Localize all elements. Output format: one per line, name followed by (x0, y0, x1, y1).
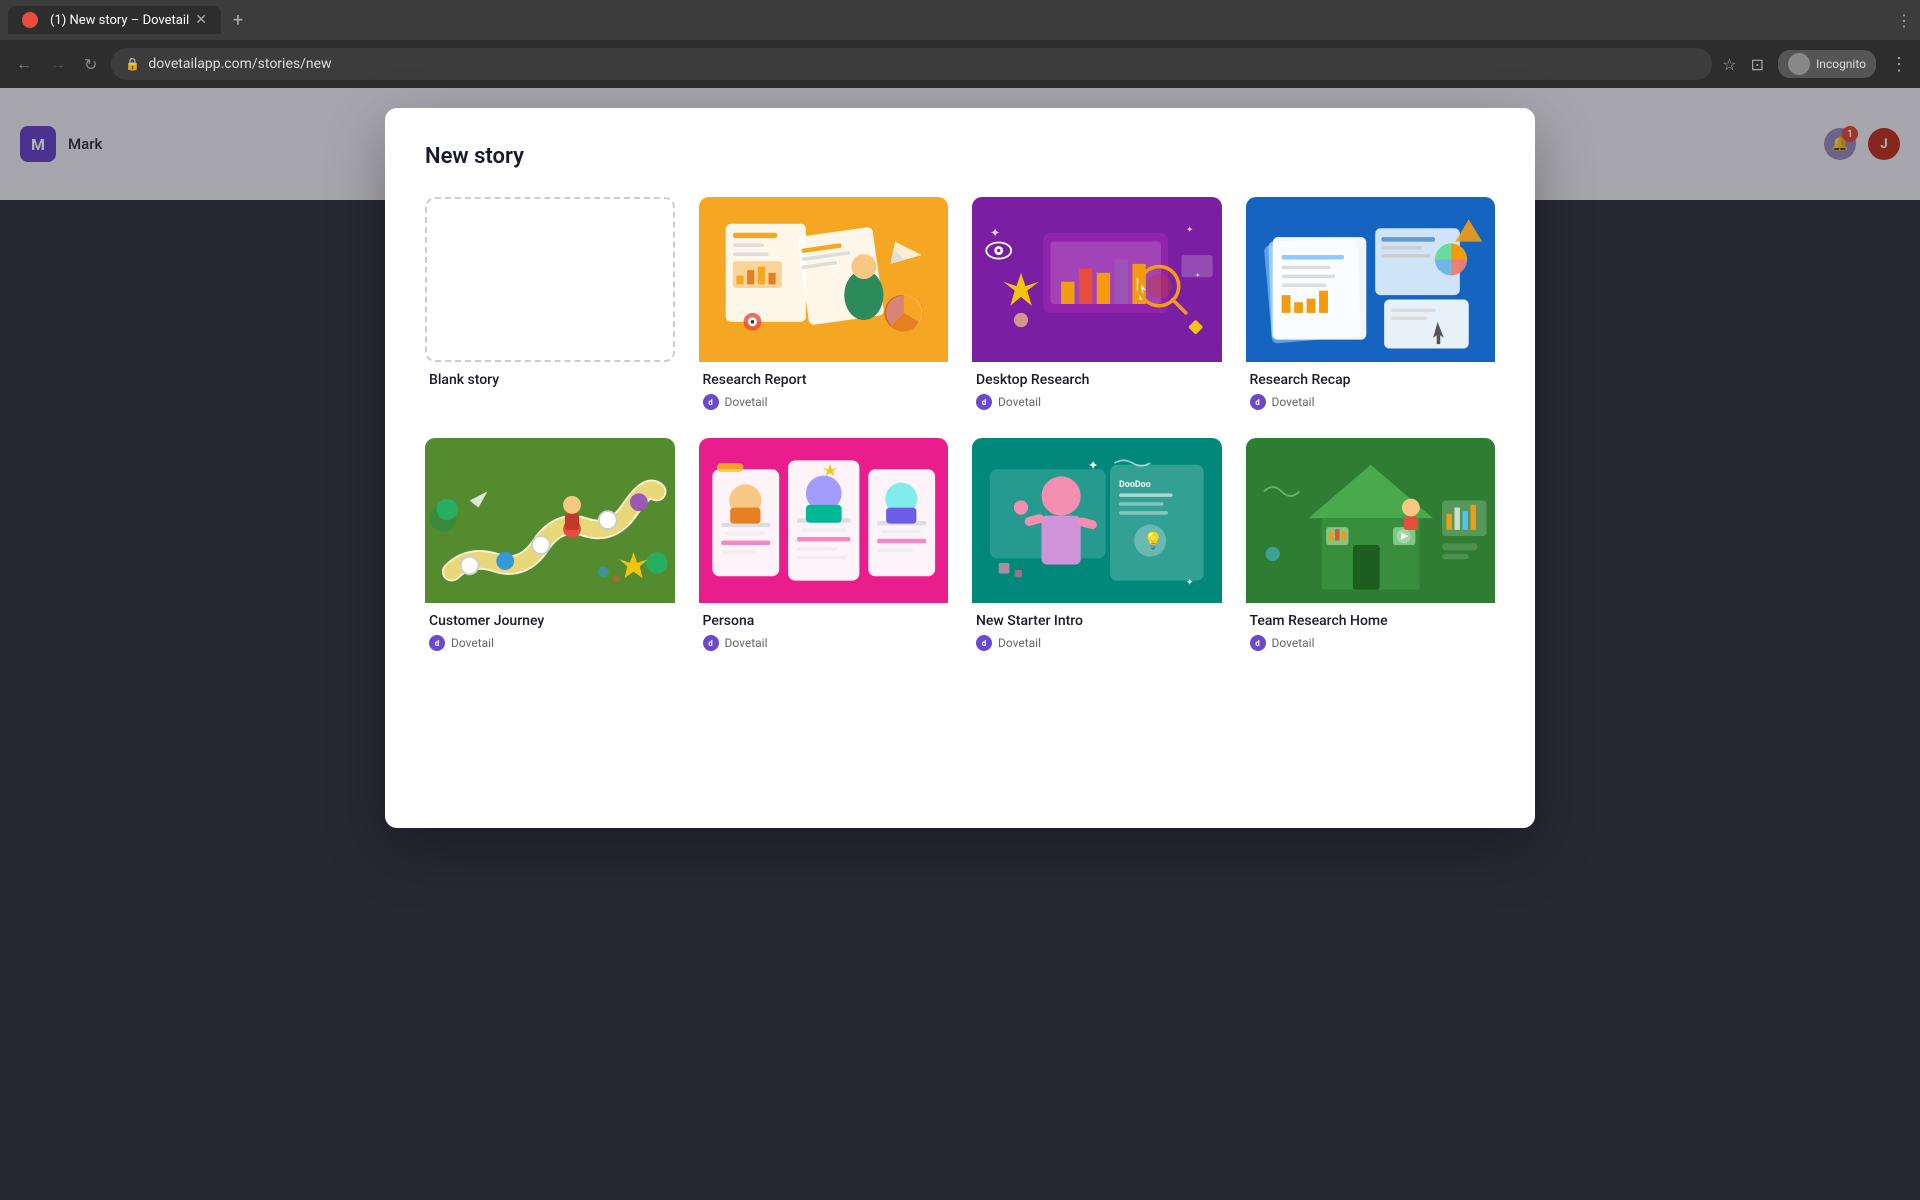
browser-menu-icon[interactable]: ⋮ (1890, 54, 1908, 75)
new-starter-thumbnail: DooDoo 💡 ✦ ✦ (972, 438, 1222, 603)
address-bar-actions: ☆ ⊡ Incognito ⋮ (1722, 50, 1908, 78)
templates-grid: Blank story (425, 197, 1495, 655)
template-info-research-recap: Research Recap d Dovetail (1246, 362, 1496, 414)
modal-title: New story (425, 144, 1495, 169)
incognito-badge[interactable]: Incognito (1778, 50, 1876, 78)
template-info-new-starter: New Starter Intro d Dovetail (972, 603, 1222, 655)
split-screen-icon[interactable]: ⊡ (1751, 55, 1764, 74)
tab-bar-menu-icon[interactable]: ⋮ (1896, 11, 1912, 30)
tab-end-buttons: ⋮ (1896, 11, 1912, 30)
template-name-customer-journey: Customer Journey (429, 613, 671, 629)
template-author-research-recap: d Dovetail (1250, 394, 1492, 410)
dovetail-icon-3: d (1250, 394, 1266, 410)
template-name-desktop-research: Desktop Research (976, 372, 1218, 388)
customer-journey-illustration (425, 438, 675, 603)
desktop-research-illustration: ✦ ✦ ✦ (972, 197, 1222, 362)
template-author-customer-journey: d Dovetail (429, 635, 671, 651)
team-research-illustration (1246, 438, 1496, 603)
template-info-team-research: Team Research Home d Dovetail (1246, 603, 1496, 655)
template-author-team-research: d Dovetail (1250, 635, 1492, 651)
template-card-persona[interactable]: Persona d Dovetail (699, 438, 949, 655)
reload-button[interactable]: ↻ (80, 51, 101, 78)
research-recap-thumbnail (1246, 197, 1496, 362)
url-bar[interactable]: 🔒 dovetailapp.com/stories/new (111, 48, 1712, 80)
forward-button[interactable]: → (46, 50, 70, 78)
template-card-research-recap[interactable]: Research Recap d Dovetail (1246, 197, 1496, 414)
template-info-persona: Persona d Dovetail (699, 603, 949, 655)
incognito-label: Incognito (1816, 57, 1866, 71)
template-card-new-starter[interactable]: DooDoo 💡 ✦ ✦ (972, 438, 1222, 655)
template-card-desktop-research[interactable]: ✦ ✦ ✦ (972, 197, 1222, 414)
template-name-team-research: Team Research Home (1250, 613, 1492, 629)
dovetail-icon-5: d (703, 635, 719, 651)
svg-text:✦: ✦ (990, 226, 1000, 241)
template-author-desktop-research: d Dovetail (976, 394, 1218, 410)
active-tab[interactable]: (1) New story – Dovetail ✕ (8, 6, 221, 34)
svg-text:DooDoo: DooDoo (1119, 480, 1151, 490)
research-recap-illustration (1246, 197, 1496, 362)
address-bar: ← → ↻ 🔒 dovetailapp.com/stories/new ☆ ⊡ … (0, 40, 1920, 88)
template-author-new-starter: d Dovetail (976, 635, 1218, 651)
svg-text:✦: ✦ (1088, 458, 1098, 473)
template-info-blank: Blank story (425, 362, 675, 398)
research-report-illustration (699, 197, 949, 362)
desktop-research-thumbnail: ✦ ✦ ✦ (972, 197, 1222, 362)
new-starter-illustration: DooDoo 💡 ✦ ✦ (972, 438, 1222, 603)
svg-text:💡: 💡 (1143, 531, 1163, 550)
modal-overlay: New story Blank story (0, 88, 1920, 1200)
svg-text:✦: ✦ (1186, 226, 1194, 236)
browser-chrome: (1) New story – Dovetail ✕ + ⋮ ← → ↻ 🔒 d… (0, 0, 1920, 88)
bookmark-icon[interactable]: ☆ (1722, 55, 1736, 74)
tab-bar: (1) New story – Dovetail ✕ + ⋮ (0, 0, 1920, 40)
template-author-persona: d Dovetail (703, 635, 945, 651)
research-report-thumbnail (699, 197, 949, 362)
template-name-research-recap: Research Recap (1250, 372, 1492, 388)
lock-icon: 🔒 (125, 57, 140, 71)
template-name-research-report: Research Report (703, 372, 945, 388)
template-name-new-starter: New Starter Intro (976, 613, 1218, 629)
tab-title: (1) New story – Dovetail (50, 13, 189, 28)
persona-illustration (699, 438, 949, 603)
persona-thumbnail (699, 438, 949, 603)
blank-thumbnail (425, 197, 675, 362)
template-author-research-report: d Dovetail (703, 394, 945, 410)
customer-journey-thumbnail (425, 438, 675, 603)
incognito-avatar-icon (1788, 53, 1810, 75)
template-card-research-report[interactable]: Research Report d Dovetail (699, 197, 949, 414)
template-card-blank[interactable]: Blank story (425, 197, 675, 414)
dovetail-icon-6: d (976, 635, 992, 651)
new-story-modal: New story Blank story (385, 108, 1535, 828)
template-card-team-research[interactable]: Team Research Home d Dovetail (1246, 438, 1496, 655)
url-text: dovetailapp.com/stories/new (148, 56, 331, 72)
dovetail-icon: d (703, 394, 719, 410)
tab-close-button[interactable]: ✕ (195, 12, 207, 28)
template-info-research-report: Research Report d Dovetail (699, 362, 949, 414)
template-info-customer-journey: Customer Journey d Dovetail (425, 603, 675, 655)
tab-favicon (22, 12, 38, 28)
dovetail-icon-7: d (1250, 635, 1266, 651)
template-info-desktop-research: Desktop Research d Dovetail (972, 362, 1222, 414)
dovetail-icon-4: d (429, 635, 445, 651)
svg-text:✦: ✦ (1186, 578, 1194, 588)
new-tab-button[interactable]: + (225, 6, 251, 35)
team-research-thumbnail (1246, 438, 1496, 603)
dovetail-icon-2: d (976, 394, 992, 410)
template-name-blank: Blank story (429, 372, 671, 388)
template-name-persona: Persona (703, 613, 945, 629)
template-card-customer-journey[interactable]: Customer Journey d Dovetail (425, 438, 675, 655)
back-button[interactable]: ← (12, 50, 36, 78)
